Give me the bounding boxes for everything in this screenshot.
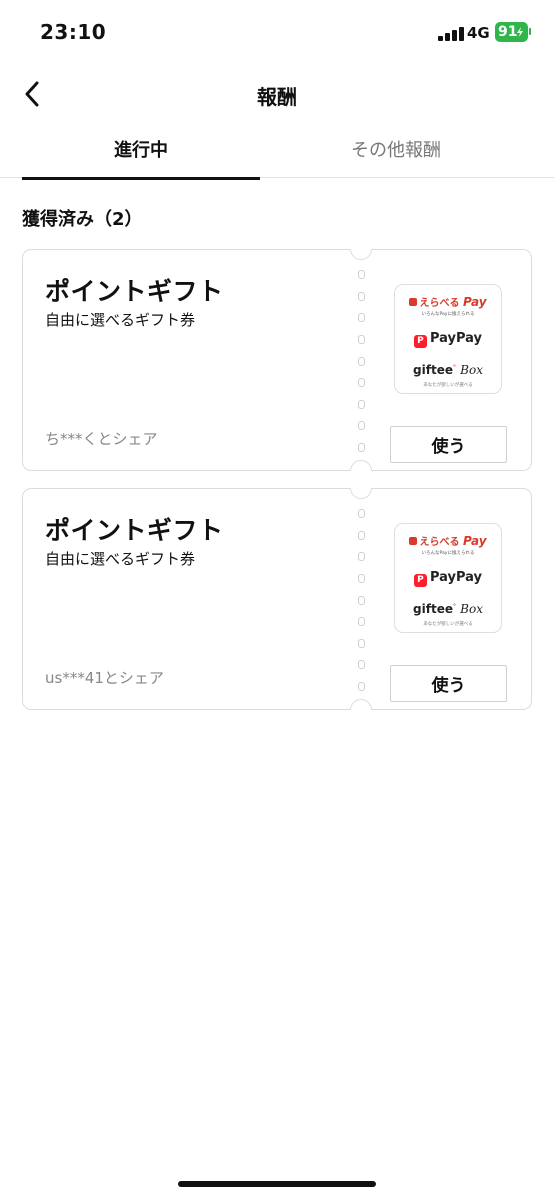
battery-tip [529, 28, 531, 35]
page-title: 報酬 [257, 85, 297, 109]
rewards-screen: 23:10 4G 91 報酬 進行中 その他報酬 獲得済み（2） ポイントギフト… [0, 0, 554, 1200]
cellular-signal-icon [438, 25, 464, 41]
header: 報酬 [0, 62, 554, 126]
gift-title: ポイントギフト [45, 277, 224, 306]
ticket-notch [350, 488, 372, 499]
gift-title: ポイントギフト [45, 516, 224, 545]
tab-bar: 進行中 その他報酬 [0, 126, 554, 180]
reward-card[interactable]: ポイントギフト 自由に選べるギフト券 us***41とシェア えらべる Pay … [22, 488, 532, 710]
giftee-box-logo: giftee° Box [413, 602, 483, 616]
ticket-notch [350, 460, 372, 471]
erabe-pay-tagline: いろんなPayに換えられる [421, 551, 475, 556]
ticket-perforation [356, 509, 366, 691]
home-indicator [178, 1181, 376, 1187]
erabe-pay-icon [409, 537, 418, 545]
brand-logos: えらべる Pay いろんなPayに換えられる P PayPay giftee° B… [394, 523, 502, 633]
giftee-box-logo: giftee° Box [413, 363, 483, 377]
status-time: 23:10 [40, 20, 107, 44]
battery-icon: 91 [495, 22, 528, 42]
brand-logos: えらべる Pay いろんなPayに換えられる P PayPay giftee° B… [394, 284, 502, 394]
use-button[interactable]: 使う [390, 665, 507, 702]
paypay-logo: P PayPay [395, 331, 501, 348]
ticket-notch [350, 249, 372, 260]
erabe-pay-icon [409, 298, 418, 306]
paypay-logo: P PayPay [395, 570, 501, 587]
ticket-perforation [356, 270, 366, 452]
use-button[interactable]: 使う [390, 426, 507, 463]
battery-level: 91 [498, 24, 518, 40]
share-text: us***41とシェア [45, 669, 164, 687]
tab-other-rewards[interactable]: その他報酬 [277, 126, 515, 178]
gift-subtitle: 自由に選べるギフト券 [45, 311, 196, 329]
reward-card[interactable]: ポイントギフト 自由に選べるギフト券 ち***くとシェア えらべる Pay いろ… [22, 249, 532, 471]
erabe-pay-tagline: いろんなPayに換えられる [421, 312, 475, 317]
paypay-icon: P [413, 574, 427, 587]
erabe-pay-logo: えらべる Pay [395, 533, 501, 548]
gift-subtitle: 自由に選べるギフト券 [45, 550, 196, 568]
section-title: 獲得済み（2） [22, 209, 143, 230]
giftee-box-tagline: あなたが欲しいが選べる [423, 622, 473, 627]
ticket-notch [350, 699, 372, 710]
giftee-box-tagline: あなたが欲しいが選べる [423, 383, 473, 388]
erabe-pay-logo: えらべる Pay [395, 294, 501, 309]
paypay-icon: P [413, 335, 427, 348]
share-text: ち***くとシェア [45, 430, 158, 448]
status-bar: 23:10 4G 91 [0, 0, 554, 62]
tab-in-progress[interactable]: 進行中 [22, 126, 260, 180]
network-type: 4G [467, 24, 490, 42]
